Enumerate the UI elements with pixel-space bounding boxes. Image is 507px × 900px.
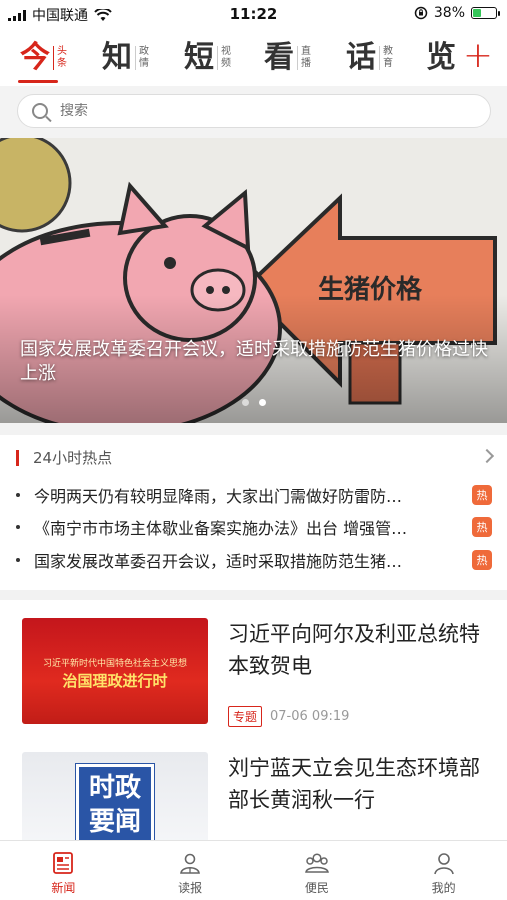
channel-big-char: 知 <box>102 40 132 75</box>
news-meta: 专题 07-06 09:19 <box>228 706 349 727</box>
section-divider <box>0 590 507 600</box>
reader-icon <box>180 853 201 874</box>
hot-topics: 24小时热点 今明两天仍有较明显降雨，大家出门需做好防雷防… 热 《南宁市市场主… <box>0 435 507 590</box>
news-title: 刘宁蓝天立会见生态环境部部长黄润秋一行 <box>228 756 480 812</box>
news-icon <box>53 852 74 874</box>
search-box[interactable] <box>17 94 491 128</box>
news-thumbnail: 时政 要闻 <box>22 752 208 840</box>
hot-header[interactable]: 24小时热点 <box>16 447 495 468</box>
plus-icon[interactable]: + <box>463 38 493 74</box>
thumb-title-line: 要闻 <box>88 807 141 837</box>
channel-big-char: 览 <box>426 40 456 75</box>
hot-item-text: 《南宁市市场主体歇业备案实施办法》出台 增强管… <box>34 519 408 538</box>
channel-bar: 今 头条 知 政情 短 视频 看 直播 话 教育 览 + <box>0 34 507 84</box>
hot-badge: 热 <box>472 550 492 570</box>
tab-label: 新闻 <box>51 881 76 895</box>
channel-big-char: 短 <box>184 40 214 75</box>
channel-small-label: 头条 <box>53 46 67 70</box>
tab-toutiao[interactable]: 今 头条 <box>20 40 67 76</box>
chevron-right-icon[interactable] <box>479 448 495 464</box>
thumb-title-line: 时政 <box>88 773 141 803</box>
channel-big-char: 话 <box>346 40 376 75</box>
tab-lan[interactable]: 览 <box>426 40 456 76</box>
hot-item[interactable]: 《南宁市市场主体歇业备案实施办法》出台 增强管… 热 <box>16 512 492 542</box>
channel-small-label: 政情 <box>135 46 149 70</box>
news-item[interactable]: 时政 要闻 刘宁蓝天立会见生态环境部部长黄润秋一行 <box>22 752 492 840</box>
carousel-dot[interactable] <box>241 399 249 406</box>
search-input[interactable] <box>60 103 440 119</box>
community-icon <box>304 853 329 873</box>
tab-zhengqing[interactable]: 知 政情 <box>102 40 149 76</box>
hot-item[interactable]: 国家发展改革委召开会议，适时采取措施防范生猪… 热 <box>16 545 492 575</box>
tab-label: 读报 <box>178 881 203 895</box>
bottom-tab-bar: 新闻 读报 便民 我的 <box>0 840 507 900</box>
channel-small-label: 视频 <box>217 46 231 70</box>
thumb-caption-main: 治国理政进行时 <box>62 672 168 690</box>
hot-item[interactable]: 今明两天仍有较明显降雨，大家出门需做好防雷防… 热 <box>16 480 492 510</box>
banner-caption: 国家发展改革委召开会议，适时采取措施防范生猪价格过快上涨 <box>20 339 488 384</box>
hot-item-text: 今明两天仍有较明显降雨，大家出门需做好防雷防… <box>34 487 403 506</box>
tab-label: 我的 <box>431 881 456 895</box>
channel-big-char: 今 <box>20 40 50 75</box>
channel-big-char: 看 <box>264 40 294 75</box>
tab-news[interactable]: 新闻 <box>0 841 127 900</box>
active-tab-indicator <box>18 80 58 83</box>
thumb-title-box: 时政 要闻 <box>76 764 154 840</box>
bullet-icon <box>16 525 20 529</box>
topic-badge: 专题 <box>228 706 263 727</box>
bullet-icon <box>16 558 20 562</box>
profile-icon <box>433 853 454 875</box>
hot-badge: 热 <box>472 517 492 537</box>
channel-small-label: 直播 <box>297 46 311 70</box>
tab-community[interactable]: 便民 <box>254 841 381 900</box>
hot-title: 24小时热点 <box>33 449 113 467</box>
news-date: 07-06 09:19 <box>270 709 350 724</box>
news-title: 习近平向阿尔及利亚总统特本致贺电 <box>228 622 480 678</box>
hot-accent-bar <box>16 449 19 466</box>
tab-profile[interactable]: 我的 <box>380 841 507 900</box>
carousel-dot-active[interactable] <box>258 399 266 406</box>
battery-fill <box>473 9 482 17</box>
battery-percent: 38% <box>433 5 465 21</box>
channel-small-label: 教育 <box>379 46 393 70</box>
carousel-dots <box>0 399 507 406</box>
news-item[interactable]: 习近平新时代中国特色社会主义思想 治国理政进行时 习近平向阿尔及利亚总统特本致贺… <box>22 618 492 738</box>
battery-icon <box>471 7 500 19</box>
banner-carousel[interactable]: 生猪价格 国家发展改革委召开会议，适时采取措施防范生猪价格过快上涨 <box>0 138 507 423</box>
hot-badge: 热 <box>472 485 492 505</box>
tab-zhibo[interactable]: 看 直播 <box>264 40 311 76</box>
bullet-icon <box>16 493 20 497</box>
news-thumbnail: 习近平新时代中国特色社会主义思想 治国理政进行时 <box>22 618 208 724</box>
tab-reader[interactable]: 读报 <box>127 841 254 900</box>
hot-item-text: 国家发展改革委召开会议，适时采取措施防范生猪… <box>34 552 403 571</box>
thumb-caption-top: 习近平新时代中国特色社会主义思想 <box>42 659 187 669</box>
tab-label: 便民 <box>304 881 329 895</box>
tab-jiaoyu[interactable]: 话 教育 <box>346 40 393 76</box>
status-bar: 中国联通 11:22 38% <box>0 0 507 28</box>
status-right: 38% <box>414 5 500 21</box>
tab-shipin[interactable]: 短 视频 <box>184 40 231 76</box>
section-divider <box>0 423 507 435</box>
search-icon <box>32 103 48 119</box>
orientation-lock-icon <box>414 6 428 20</box>
